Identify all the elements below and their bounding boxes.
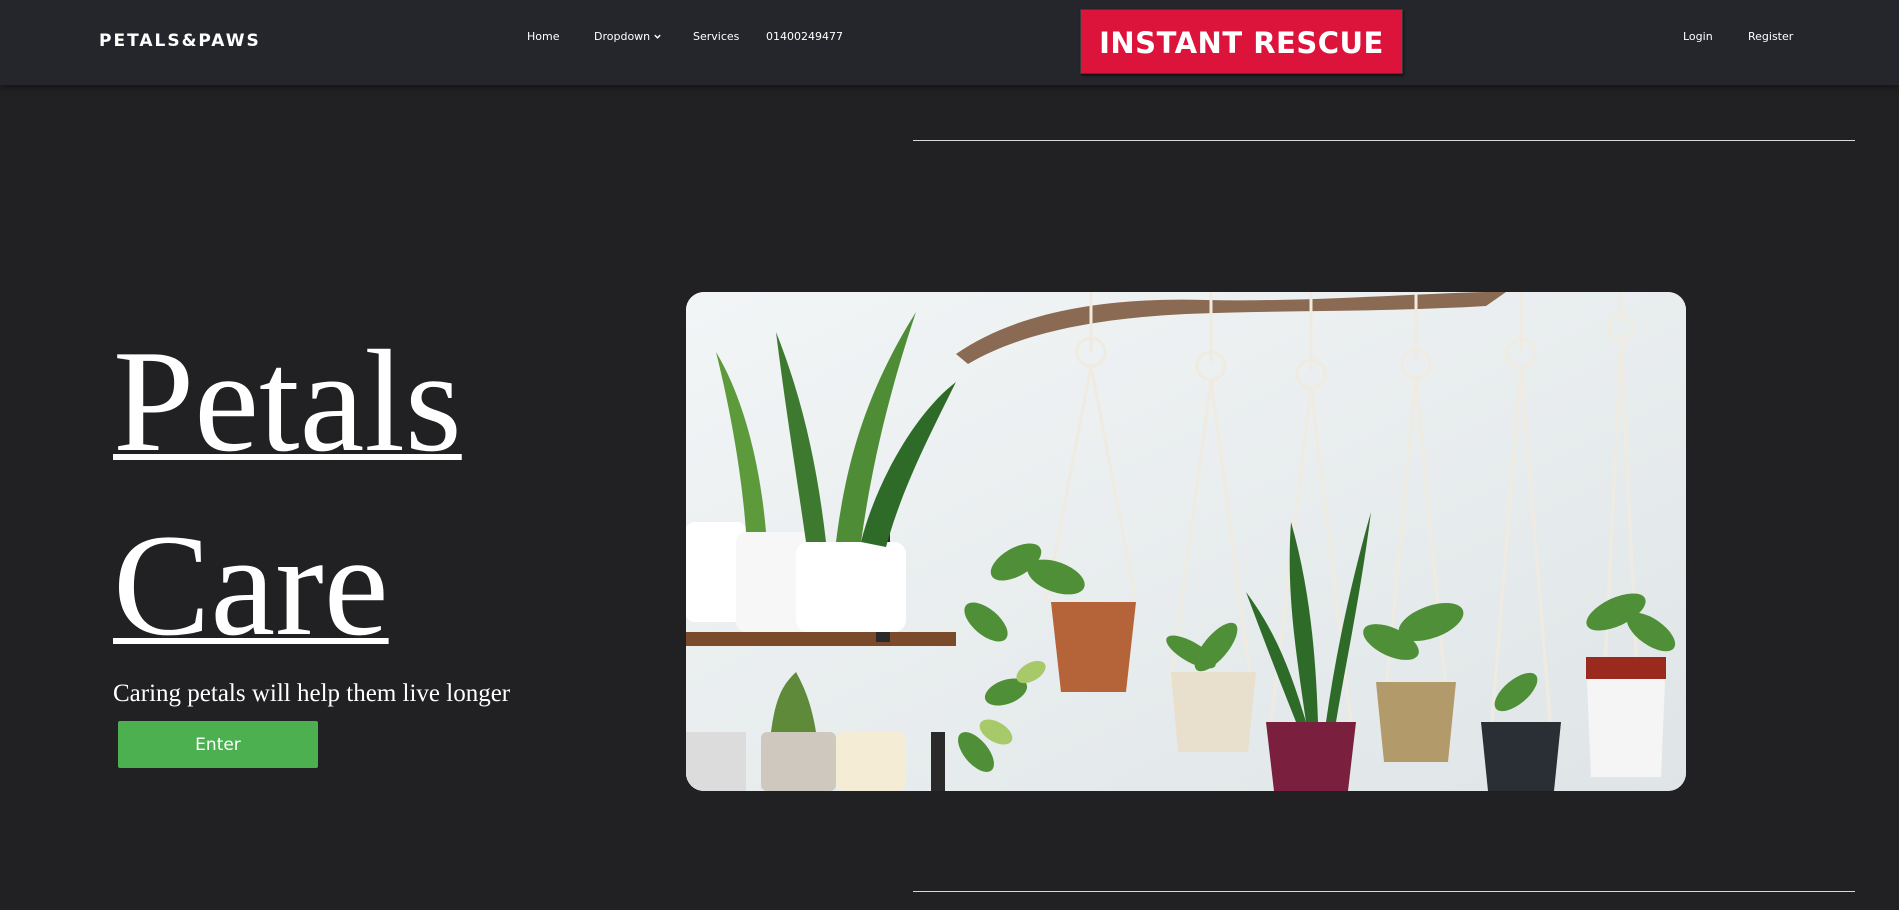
hero-tagline: Caring petals will help them live longer — [113, 680, 511, 707]
nav-phone-link[interactable]: 01400249477 — [766, 30, 843, 43]
nav-home-link[interactable]: Home — [527, 30, 559, 43]
top-divider — [913, 140, 1855, 141]
bottom-divider — [913, 891, 1855, 892]
hero-title-line-2: Care — [113, 504, 389, 666]
enter-button[interactable]: Enter — [118, 721, 318, 768]
nav-login-link[interactable]: Login — [1683, 30, 1713, 43]
chevron-down-icon — [654, 34, 661, 39]
instant-rescue-button[interactable]: INSTANT RESCUE — [1080, 9, 1403, 74]
navbar: PETALS&PAWS Home Dropdown Services 01400… — [0, 0, 1899, 85]
nav-dropdown-label: Dropdown — [594, 30, 651, 43]
hero-title-line-1: Petals — [113, 320, 462, 482]
plant-illustration — [686, 292, 1686, 791]
hero-plant-image — [686, 292, 1686, 791]
nav-register-link[interactable]: Register — [1748, 30, 1793, 43]
brand-logo[interactable]: PETALS&PAWS — [99, 31, 261, 51]
nav-services-link[interactable]: Services — [693, 30, 739, 43]
nav-dropdown-toggle[interactable]: Dropdown — [594, 30, 662, 43]
